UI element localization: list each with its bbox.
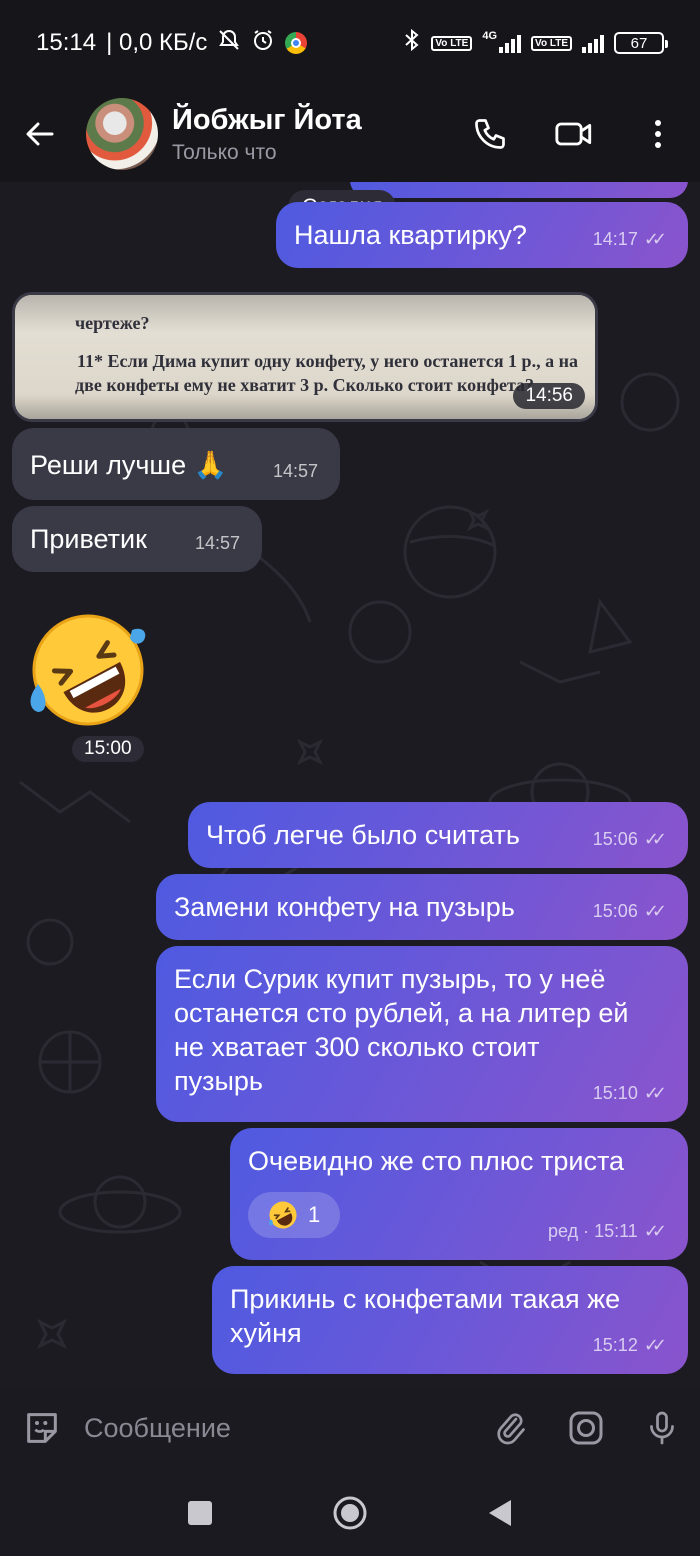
contact-status: Только что — [172, 140, 277, 164]
status-time: 15:14 — [36, 29, 97, 56]
status-bar: 15:14 | 0,0 КБ/с Vo LTE 4G Vo LTE 67 — [0, 0, 700, 86]
video-camera-icon — [555, 122, 592, 146]
double-check-icon: ✓✓ — [643, 901, 667, 921]
message-composer — [0, 1386, 700, 1470]
reaction-chip[interactable]: 1 — [248, 1192, 341, 1238]
reaction-count: 1 — [308, 1202, 321, 1227]
recents-button[interactable] — [175, 1488, 225, 1538]
message-bubble-previous[interactable] — [350, 182, 688, 198]
home-circle-icon — [333, 1496, 367, 1530]
message-bubble[interactable]: Замени конфету на пузырь 15:06 ✓✓ — [156, 874, 688, 940]
system-nav-bar — [0, 1470, 700, 1556]
message-bubble[interactable]: Если Сурик купит пузырь, то у неё остане… — [156, 946, 688, 1122]
message-time: 15:12 — [592, 1335, 638, 1355]
message-bubble[interactable]: Прикинь с конфетами такая же хуйня 15:12… — [212, 1266, 688, 1374]
battery-icon: 67 — [614, 32, 668, 54]
call-button[interactable] — [448, 86, 532, 182]
home-button[interactable] — [325, 1488, 375, 1538]
message-line: останется сто рублей, а на литер ей — [174, 998, 629, 1028]
message-line: Если Сурик купит пузырь, то у неё — [174, 964, 606, 994]
message-time: 14:56 — [513, 383, 585, 409]
photo-message[interactable]: чертеже? 11* Если Дима купит одну конфет… — [12, 292, 598, 422]
arrow-left-icon — [26, 122, 54, 146]
message-text: Прикинь с конфетами такая же хуйня — [230, 1282, 620, 1350]
message-meta: 14:57 — [195, 526, 240, 560]
more-vertical-icon — [655, 120, 661, 148]
message-meta: 15:06 ✓✓ — [592, 894, 667, 928]
message-meta: 14:17 ✓✓ — [592, 222, 667, 256]
rolling-laughing-emoji-icon[interactable] — [28, 610, 148, 730]
message-input[interactable] — [84, 1412, 472, 1444]
attach-button[interactable] — [472, 1386, 548, 1470]
microphone-icon — [650, 1411, 674, 1445]
voice-button[interactable] — [624, 1386, 700, 1470]
message-bubble[interactable]: Нашла квартирку? 14:17 ✓✓ — [276, 202, 688, 268]
message-line: пузырь — [174, 1066, 263, 1096]
photo-line: две конфеты ему не хватит 3 р. Сколько с… — [75, 375, 535, 395]
chat-area[interactable]: Сегодня Нашла квартирку? 14:17 ✓✓ чертеж… — [0, 182, 700, 1386]
message-text: Замени конфету на пузырь — [174, 892, 515, 922]
camera-icon — [569, 1411, 603, 1445]
more-options-button[interactable] — [616, 86, 700, 182]
volte-badge-2: Vo LTE — [531, 35, 572, 51]
square-icon — [188, 1501, 212, 1525]
message-time: 15:10 — [592, 1083, 638, 1103]
back-button[interactable] — [0, 86, 80, 182]
signal-icon-2 — [582, 33, 604, 53]
message-text: Приветик — [30, 524, 147, 554]
message-bubble[interactable]: Приветик 14:57 — [12, 506, 262, 572]
message-line: Прикинь с конфетами такая же — [230, 1284, 621, 1314]
message-time: 14:57 — [272, 461, 318, 481]
double-check-icon: ✓✓ — [643, 1221, 667, 1241]
sticker-button[interactable] — [0, 1386, 84, 1470]
message-time: 15:00 — [72, 736, 144, 762]
double-check-icon: ✓✓ — [643, 1335, 667, 1355]
message-bubble[interactable]: Чтоб легче было считать 15:06 ✓✓ — [188, 802, 688, 868]
message-line: не хватает 300 сколько стоит — [174, 1032, 540, 1062]
message-meta: ред · 15:11 ✓✓ — [547, 1214, 667, 1248]
message-meta: 15:10 ✓✓ — [592, 1076, 667, 1110]
avatar[interactable] — [86, 98, 158, 170]
contact-name: Йобжыг Йота — [172, 103, 362, 136]
phone-icon — [475, 119, 505, 149]
message-time: 15:06 — [592, 829, 638, 849]
signal-icon — [499, 33, 522, 53]
message-bubble[interactable]: Очевидно же сто плюс триста 1 ред · 15:1… — [230, 1128, 688, 1260]
camera-button[interactable] — [548, 1386, 624, 1470]
message-time: 14:17 — [592, 229, 638, 249]
photo-line: чертеже? — [75, 313, 150, 333]
message-text: Чтоб легче было считать — [206, 820, 520, 850]
chrome-icon — [285, 32, 308, 54]
rolling-laughing-emoji-icon — [269, 1201, 297, 1229]
double-check-icon: ✓✓ — [643, 829, 667, 849]
photo-line: 11* Если Дима купит одну конфету, у него… — [77, 351, 578, 371]
message-text: Очевидно же сто плюс триста — [248, 1146, 625, 1176]
status-speed: | 0,0 КБ/с — [106, 29, 208, 56]
network-type: 4G — [482, 30, 498, 42]
message-bubble[interactable]: Реши лучше 🙏 14:57 — [12, 428, 340, 500]
mute-bell-icon — [217, 28, 241, 58]
message-meta: 15:12 ✓✓ — [592, 1328, 667, 1362]
message-meta: 15:06 ✓✓ — [592, 822, 667, 856]
video-call-button[interactable] — [532, 86, 616, 182]
volte-badge: Vo LTE — [431, 35, 473, 51]
message-text: Реши лучше 🙏 — [30, 450, 228, 480]
bluetooth-icon — [403, 28, 421, 58]
double-check-icon: ✓✓ — [643, 1083, 667, 1103]
triangle-back-icon — [489, 1500, 511, 1526]
paperclip-icon — [497, 1413, 525, 1445]
message-line: хуйня — [230, 1318, 302, 1348]
message-edited-time: ред · 15:11 — [547, 1221, 638, 1241]
message-meta: 14:57 — [273, 454, 318, 488]
message-text: Нашла квартирку? — [294, 220, 527, 250]
double-check-icon: ✓✓ — [643, 229, 667, 249]
back-nav-button[interactable] — [475, 1488, 525, 1538]
chat-header: Йобжыг Йота Только что — [0, 86, 700, 182]
message-time: 14:57 — [194, 533, 240, 553]
contact-info[interactable]: Йобжыг Йота Только что — [172, 104, 362, 165]
message-time: 15:06 — [592, 901, 638, 921]
alarm-icon — [251, 28, 275, 58]
sticker-icon — [27, 1413, 57, 1443]
message-text: Если Сурик купит пузырь, то у неё остане… — [174, 962, 629, 1098]
